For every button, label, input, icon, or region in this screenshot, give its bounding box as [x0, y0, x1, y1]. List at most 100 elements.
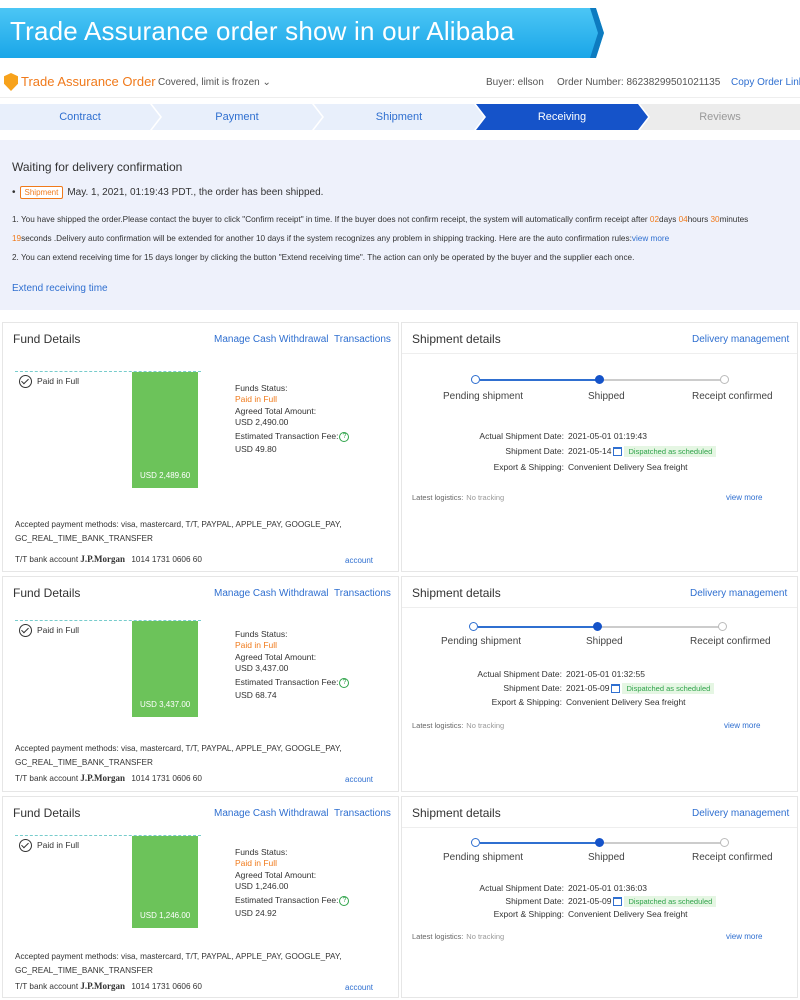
step-receiving: Receiving [476, 104, 648, 130]
fund-details-title: Fund Details [13, 806, 81, 820]
agreed-total-value: USD 1,246.00 [235, 880, 289, 891]
bank-account: T/T bank account J.P.Morgan 1014 1731 06… [15, 773, 202, 783]
fund-chart: Paid in Full USD 1,246.00 [15, 835, 201, 928]
bank-logo: J.P.Morgan [80, 981, 126, 991]
dispatched-badge: Dispatched as scheduled [624, 896, 717, 908]
fund-details-panel: Fund Details Manage Cash Withdrawal Tran… [2, 322, 399, 572]
fund-info: Funds Status: Paid in Full Agreed Total … [235, 383, 350, 454]
label-shipped: Shipped [588, 852, 625, 863]
manage-cash-withdrawal-link[interactable]: Manage Cash Withdrawal [214, 808, 329, 819]
divider [402, 827, 797, 828]
paid-amount-bar: USD 3,437.00 [132, 621, 198, 717]
agreed-total-label: Agreed Total Amount: [235, 870, 317, 880]
est-fee-value: USD 24.92 [235, 907, 277, 918]
funds-status-value: Paid in Full [235, 639, 278, 650]
check-circle-icon [19, 839, 32, 852]
promo-banner: Trade Assurance order show in our Alibab… [0, 0, 800, 64]
order-title: Trade Assurance Order [21, 74, 156, 89]
divider [402, 607, 797, 608]
step-dot-receipt [718, 622, 727, 631]
delivery-confirmation-box: Waiting for delivery confirmation • Ship… [0, 140, 800, 310]
step-dot-receipt [720, 375, 729, 384]
account-link[interactable]: account [345, 775, 373, 784]
paid-in-full-label: Paid in Full [37, 840, 80, 850]
calendar-icon [613, 447, 623, 457]
payment-methods: Accepted payment methods: visa, masterca… [15, 952, 342, 975]
order-progress-steps: Contract Payment Shipment Receiving Revi… [0, 104, 800, 130]
bank-logo: J.P.Morgan [80, 554, 126, 564]
agreed-total-value: USD 3,437.00 [235, 662, 289, 673]
paid-amount-bar: USD 2,489.60 [132, 372, 198, 488]
copy-order-link[interactable]: Copy Order Link [731, 77, 800, 88]
step-dot-pending [469, 622, 478, 631]
paid-in-full-label: Paid in Full [37, 625, 80, 635]
waiting-title: Waiting for delivery confirmation [12, 160, 183, 174]
account-link[interactable]: account [345, 556, 373, 565]
shipment-details-panel: Shipment details Delivery management Pen… [401, 796, 798, 998]
help-icon[interactable]: ? [339, 431, 350, 442]
progress-line-pending [600, 379, 722, 381]
delivery-management-link[interactable]: Delivery management [692, 334, 789, 345]
label-pending-shipment: Pending shipment [443, 391, 524, 402]
funds-status-value: Paid in Full [235, 857, 278, 868]
note-2: 2. You can extend receiving time for 15 … [12, 253, 635, 262]
shipment-details-title: Shipment details [412, 586, 501, 600]
progress-line [478, 626, 598, 628]
delivery-management-link[interactable]: Delivery management [690, 588, 787, 599]
transactions-link[interactable]: Transactions [334, 334, 391, 345]
logistics-view-more-link[interactable]: view more [726, 493, 762, 502]
paid-amount-value: USD 3,437.00 [140, 700, 191, 709]
step-dot-pending [471, 375, 480, 384]
latest-logistics: Latest logistics: No tracking [412, 932, 505, 941]
fund-info: Funds Status: Paid in Full Agreed Total … [235, 629, 350, 700]
order-number: Order Number: 86238299501021135 [557, 77, 721, 88]
shipment-status-text: May. 1, 2021, 01:19:43 PDT., the order h… [67, 187, 324, 198]
fund-details-panel: Fund Details Manage Cash Withdrawal Tran… [2, 796, 399, 998]
shipment-status-line: • Shipment May. 1, 2021, 01:19:43 PDT., … [12, 186, 324, 199]
est-fee-label: Estimated Transaction Fee: [235, 895, 339, 905]
note-1: 1. You have shipped the order.Please con… [12, 215, 749, 243]
step-dot-shipped [593, 622, 602, 631]
label-receipt-confirmed: Receipt confirmed [690, 636, 771, 647]
help-icon[interactable]: ? [339, 677, 350, 688]
shipment-details-title: Shipment details [412, 806, 501, 820]
payment-methods: Accepted payment methods: visa, masterca… [15, 744, 342, 767]
fund-chart: Paid in Full USD 3,437.00 [15, 620, 201, 717]
step-dot-shipped [595, 838, 604, 847]
step-contract: Contract [0, 104, 160, 130]
logistics-view-more-link[interactable]: view more [726, 932, 762, 941]
order-header: Trade Assurance Order Covered, limit is … [0, 68, 800, 98]
paid-amount-value: USD 2,489.60 [140, 471, 191, 480]
calendar-icon [611, 684, 621, 694]
calendar-icon [613, 897, 623, 907]
account-link[interactable]: account [345, 983, 373, 992]
transactions-link[interactable]: Transactions [334, 588, 391, 599]
progress-line [480, 842, 600, 844]
rules-view-more-link[interactable]: view more [632, 234, 669, 243]
funds-status-label: Funds Status: [235, 629, 288, 639]
label-receipt-confirmed: Receipt confirmed [692, 852, 773, 863]
help-icon[interactable]: ? [339, 895, 350, 906]
bank-logo: J.P.Morgan [80, 773, 126, 783]
extend-receiving-time-link[interactable]: Extend receiving time [12, 283, 108, 294]
dispatched-badge: Dispatched as scheduled [624, 446, 717, 458]
coverage-dropdown[interactable]: Covered, limit is frozen ⌄ [158, 77, 271, 88]
manage-cash-withdrawal-link[interactable]: Manage Cash Withdrawal [214, 588, 329, 599]
fund-chart: Paid in Full USD 2,489.60 [15, 371, 201, 488]
bank-account: T/T bank account J.P.Morgan 1014 1731 06… [15, 554, 202, 564]
paid-amount-bar: USD 1,246.00 [132, 836, 198, 928]
manage-cash-withdrawal-link[interactable]: Manage Cash Withdrawal [214, 334, 329, 345]
paid-amount-value: USD 1,246.00 [140, 911, 191, 920]
label-receipt-confirmed: Receipt confirmed [692, 391, 773, 402]
step-dot-pending [471, 838, 480, 847]
agreed-total-label: Agreed Total Amount: [235, 652, 317, 662]
est-fee-label: Estimated Transaction Fee: [235, 677, 339, 687]
transactions-link[interactable]: Transactions [334, 808, 391, 819]
fund-details-title: Fund Details [13, 332, 81, 346]
fund-details-title: Fund Details [13, 586, 81, 600]
trade-assurance-shield-icon [4, 73, 18, 91]
divider [402, 353, 797, 354]
label-pending-shipment: Pending shipment [441, 636, 522, 647]
logistics-view-more-link[interactable]: view more [724, 721, 760, 730]
delivery-management-link[interactable]: Delivery management [692, 808, 789, 819]
